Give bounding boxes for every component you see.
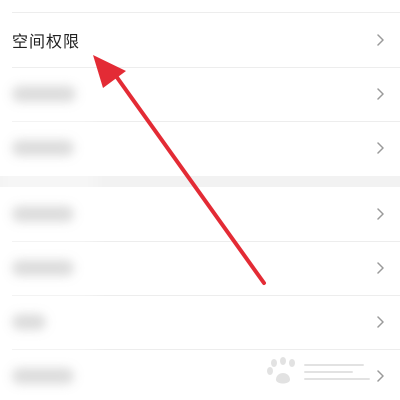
settings-group-secondary	[0, 187, 400, 400]
section-separator	[0, 176, 400, 187]
blurred-label	[12, 314, 46, 330]
space-permission-label: 空间权限	[12, 32, 81, 51]
blurred-label	[12, 86, 76, 102]
chevron-right-icon	[375, 85, 387, 103]
chevron-right-icon	[375, 259, 387, 277]
chevron-right-icon	[375, 31, 387, 49]
chevron-right-icon	[375, 139, 387, 157]
settings-row-blurred-5[interactable]	[0, 295, 400, 349]
chevron-right-icon	[375, 367, 387, 385]
settings-row-blurred-3[interactable]	[0, 187, 400, 241]
blurred-label	[12, 206, 74, 222]
blurred-label	[12, 368, 74, 384]
blurred-label	[12, 260, 74, 276]
settings-row-blurred-6[interactable]	[0, 349, 400, 400]
chevron-right-icon	[375, 205, 387, 223]
settings-row-blurred-1[interactable]	[0, 67, 400, 121]
settings-group-primary: 空间权限	[0, 13, 400, 175]
settings-row-blurred-4[interactable]	[0, 241, 400, 295]
settings-row-blurred-2[interactable]	[0, 121, 400, 175]
blurred-label	[12, 140, 74, 156]
settings-screen: 空间权限	[0, 0, 400, 400]
settings-row-space-permission[interactable]: 空间权限	[0, 13, 400, 67]
chevron-right-icon	[375, 313, 387, 331]
